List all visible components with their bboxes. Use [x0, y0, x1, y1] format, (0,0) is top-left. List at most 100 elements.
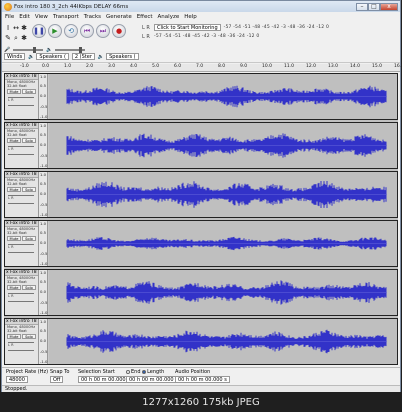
solo-button[interactable]: Solo: [22, 236, 36, 241]
mute-button[interactable]: Mute: [7, 285, 21, 290]
mute-button[interactable]: Mute: [7, 236, 21, 241]
pan-lr-label: L R: [8, 196, 14, 200]
skip-to-start-button[interactable]: ⏮: [80, 24, 94, 38]
end-radio[interactable]: [126, 369, 130, 374]
waveform-area[interactable]: [49, 172, 397, 217]
project-rate-label: Project Rate (Hz): [6, 369, 49, 375]
pause-button[interactable]: ❚❚: [32, 24, 46, 38]
waveform: [66, 85, 387, 108]
host-select[interactable]: Winds: [4, 53, 26, 60]
playback-meter-scale: -57 -54 -51 -48 -45 -42 -3 -48 -36 -24 -…: [154, 34, 260, 39]
draw-tool-icon[interactable]: ✎: [4, 33, 12, 43]
start-monitoring-button[interactable]: Click to Start Monitoring: [154, 24, 221, 31]
menu-transport[interactable]: Transport: [53, 14, 79, 20]
amplitude-tick: -1.0: [40, 163, 48, 168]
solo-button[interactable]: Solo: [22, 285, 36, 290]
loop-button[interactable]: ⟲: [64, 24, 78, 38]
track-bitdepth: 32-bit float: [7, 329, 27, 333]
ruler-tick: 8.0: [218, 64, 226, 69]
audio-track[interactable]: x Fox intro T8 Mono, 48000Hz 32-bit float M…: [4, 171, 398, 218]
waveform-area[interactable]: [49, 74, 397, 119]
solo-button[interactable]: Solo: [22, 138, 36, 143]
audio-position-field[interactable]: 00 h 00 m 00.000 s: [175, 376, 230, 383]
input-device-icon: 🔈: [97, 53, 105, 60]
audio-track[interactable]: x Fox intro T8 Mono, 48000Hz 32-bit float M…: [4, 73, 398, 120]
track-pan-slider[interactable]: [8, 105, 34, 106]
track-control-panel[interactable]: x Fox intro T8 Mono, 48000Hz 32-bit float M…: [5, 74, 39, 119]
selection-tool-icon[interactable]: I: [4, 23, 12, 33]
track-control-panel[interactable]: x Fox intro T8 Mono, 48000Hz 32-bit float M…: [5, 123, 39, 168]
track-control-panel[interactable]: x Fox intro T8 Mono, 48000Hz 32-bit float M…: [5, 270, 39, 315]
track-control-panel[interactable]: x Fox intro T8 Mono, 48000Hz 32-bit float M…: [5, 319, 39, 364]
length-radio[interactable]: [142, 369, 147, 374]
selection-start-field[interactable]: 00 h 00 m 00.000 s: [78, 376, 133, 383]
amplitude-scale[interactable]: 1.0 0.5 0.0 -0.5 -1.0: [39, 221, 48, 266]
minimize-button[interactable]: –: [356, 2, 368, 11]
track-pan-slider[interactable]: [8, 350, 34, 351]
input-device-select[interactable]: Speakers (: [106, 53, 139, 60]
timeline-ruler[interactable]: -1.0 0.0 1.0 2.0 3.0 4.0 5.0 6.0 7.0 8.0 9.0 10.0 11…: [2, 64, 402, 72]
solo-button[interactable]: Solo: [22, 187, 36, 192]
track-pan-slider[interactable]: [8, 154, 34, 155]
mute-button[interactable]: Mute: [7, 334, 21, 339]
audio-track[interactable]: x Fox intro T8 Mono, 48000Hz 32-bit float M…: [4, 122, 398, 169]
envelope-tool-icon[interactable]: ↔: [12, 23, 20, 33]
audio-track[interactable]: x Fox intro T8 Mono, 48000Hz 32-bit float M…: [4, 269, 398, 316]
mute-button[interactable]: Mute: [7, 138, 21, 143]
snap-to-select[interactable]: Off: [50, 376, 64, 383]
amplitude-scale[interactable]: 1.0 0.5 0.0 -0.5 -1.0: [39, 270, 48, 315]
mute-solo-row: Mute Solo: [7, 89, 38, 94]
skip-to-end-button[interactable]: ⏭: [96, 24, 110, 38]
amplitude-tick: 1.0: [40, 319, 47, 324]
menu-edit[interactable]: Edit: [19, 14, 30, 20]
track-pan-slider[interactable]: [8, 203, 34, 204]
menu-file[interactable]: File: [5, 14, 14, 20]
solo-button[interactable]: Solo: [22, 334, 36, 339]
menu-help[interactable]: Help: [184, 14, 197, 20]
project-rate-select[interactable]: 48000: [6, 376, 28, 383]
record-volume-slider[interactable]: [13, 47, 44, 53]
amplitude-tick: 0.0: [40, 142, 47, 147]
track-bitdepth: 32-bit float: [7, 133, 27, 137]
amplitude-scale[interactable]: 1.0 0.5 0.0 -0.5 -1.0: [39, 172, 48, 217]
multi-tool-icon[interactable]: ✱: [20, 23, 28, 33]
maximize-button[interactable]: □: [368, 2, 380, 11]
playback-volume-slider[interactable]: [55, 47, 86, 53]
channels-select[interactable]: 2 (Ster: [71, 53, 95, 60]
audio-track[interactable]: x Fox intro T8 Mono, 48000Hz 32-bit float M…: [4, 220, 398, 267]
menu-tracks[interactable]: Tracks: [84, 14, 101, 20]
amplitude-scale[interactable]: 1.0 0.5 0.0 -0.5 -1.0: [39, 123, 48, 168]
audio-track[interactable]: x Fox intro T8 Mono, 48000Hz 32-bit float M…: [4, 318, 398, 365]
selection-length-field[interactable]: 00 h 00 m 00.000 s: [126, 376, 181, 383]
mute-button[interactable]: Mute: [7, 187, 21, 192]
play-button[interactable]: ▶: [48, 24, 62, 38]
zoom-tool-icon[interactable]: ⌕: [12, 33, 20, 43]
menu-analyze[interactable]: Analyze: [158, 14, 180, 20]
record-button[interactable]: ●: [112, 24, 126, 38]
waveform-area[interactable]: [49, 319, 397, 364]
amplitude-tick: -0.5: [40, 153, 48, 158]
amplitude-scale[interactable]: 1.0 0.5 0.0 -0.5 -1.0: [39, 319, 48, 364]
mute-button[interactable]: Mute: [7, 89, 21, 94]
pan-lr-label: L R: [8, 147, 14, 151]
menu-generate[interactable]: Generate: [106, 14, 132, 20]
menu-bar: File Edit View Transport Tracks Generate…: [2, 12, 400, 21]
close-button[interactable]: x: [380, 2, 398, 11]
track-control-panel[interactable]: x Fox intro T8 Mono, 48000Hz 32-bit float M…: [5, 221, 39, 266]
audio-position-label: Audio Position: [175, 369, 211, 375]
track-name: Fox intro T8: [10, 172, 37, 177]
track-bitdepth: 32-bit float: [7, 182, 27, 186]
amplitude-scale[interactable]: 1.0 0.5 0.0 -0.5 -1.0: [39, 74, 48, 119]
ruler-tick: 12.0: [306, 64, 317, 69]
menu-effect[interactable]: Effect: [137, 14, 153, 20]
output-device-select[interactable]: Speakers (: [36, 53, 69, 60]
menu-view[interactable]: View: [35, 14, 48, 20]
solo-button[interactable]: Solo: [22, 89, 36, 94]
track-pan-slider[interactable]: [8, 252, 34, 253]
timeshift-tool-icon[interactable]: ✱: [20, 33, 28, 43]
track-control-panel[interactable]: x Fox intro T8 Mono, 48000Hz 32-bit float M…: [5, 172, 39, 217]
waveform-area[interactable]: [49, 123, 397, 168]
waveform-area[interactable]: [49, 221, 397, 266]
waveform-area[interactable]: [49, 270, 397, 315]
track-pan-slider[interactable]: [8, 301, 34, 302]
